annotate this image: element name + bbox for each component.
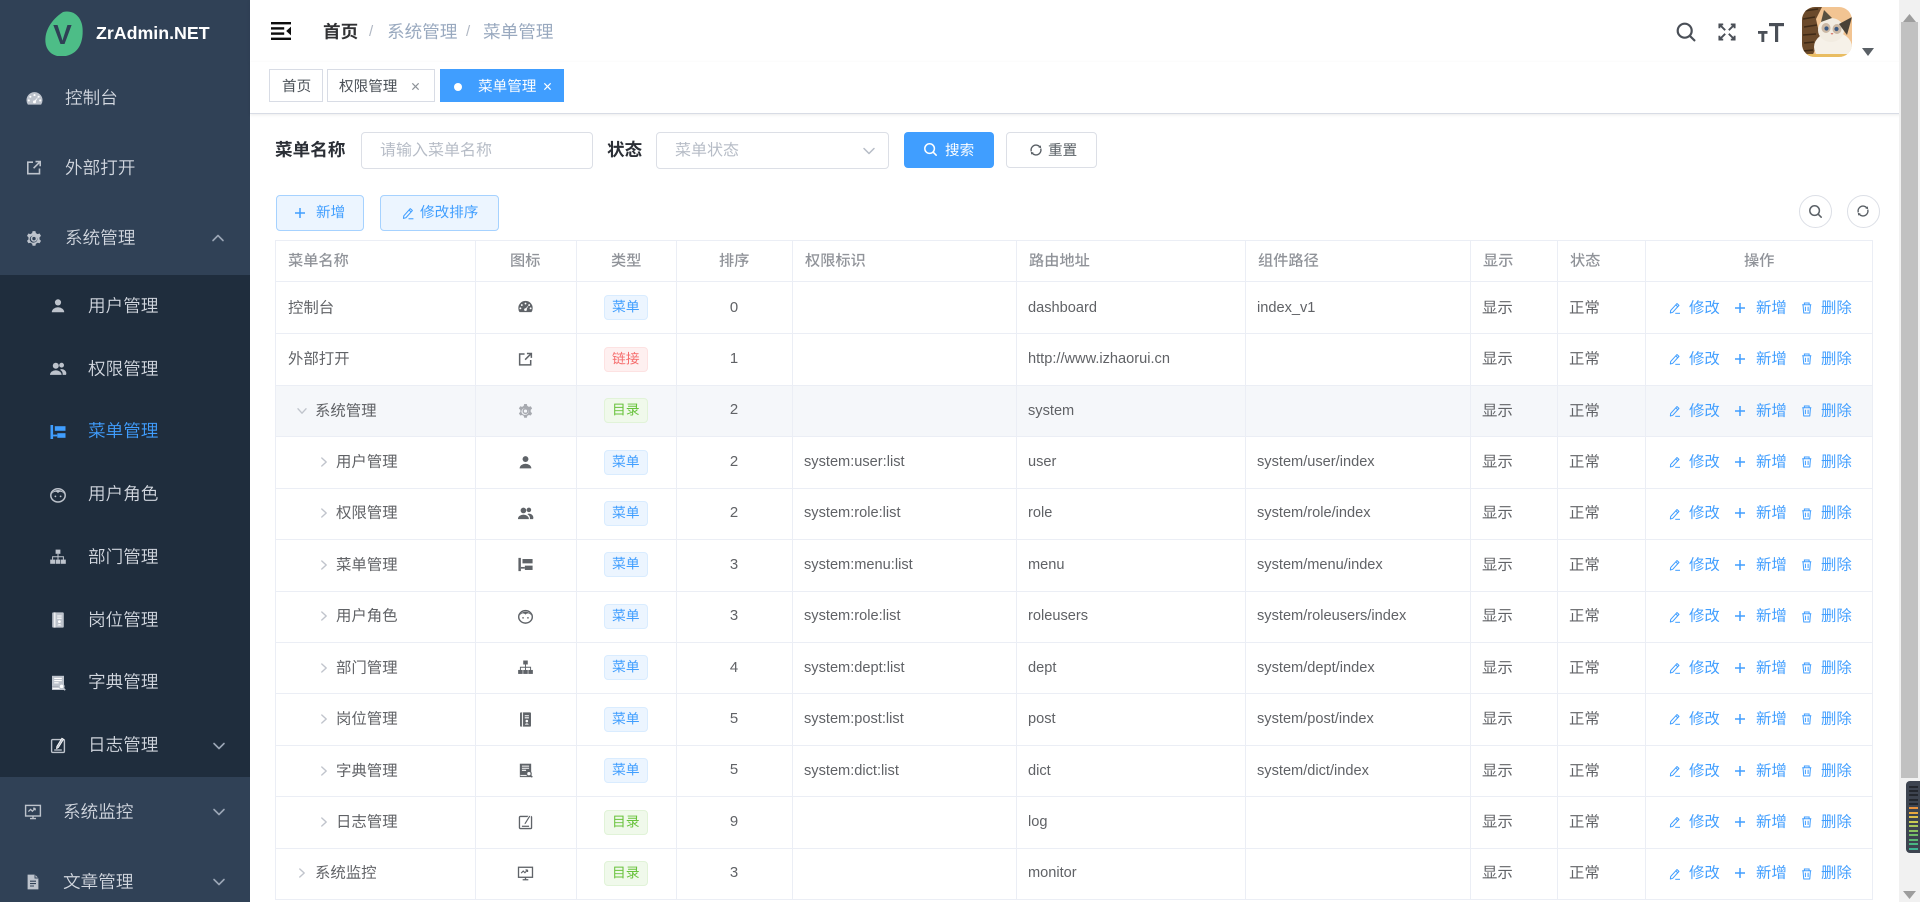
svg-text:V: V (53, 19, 72, 50)
